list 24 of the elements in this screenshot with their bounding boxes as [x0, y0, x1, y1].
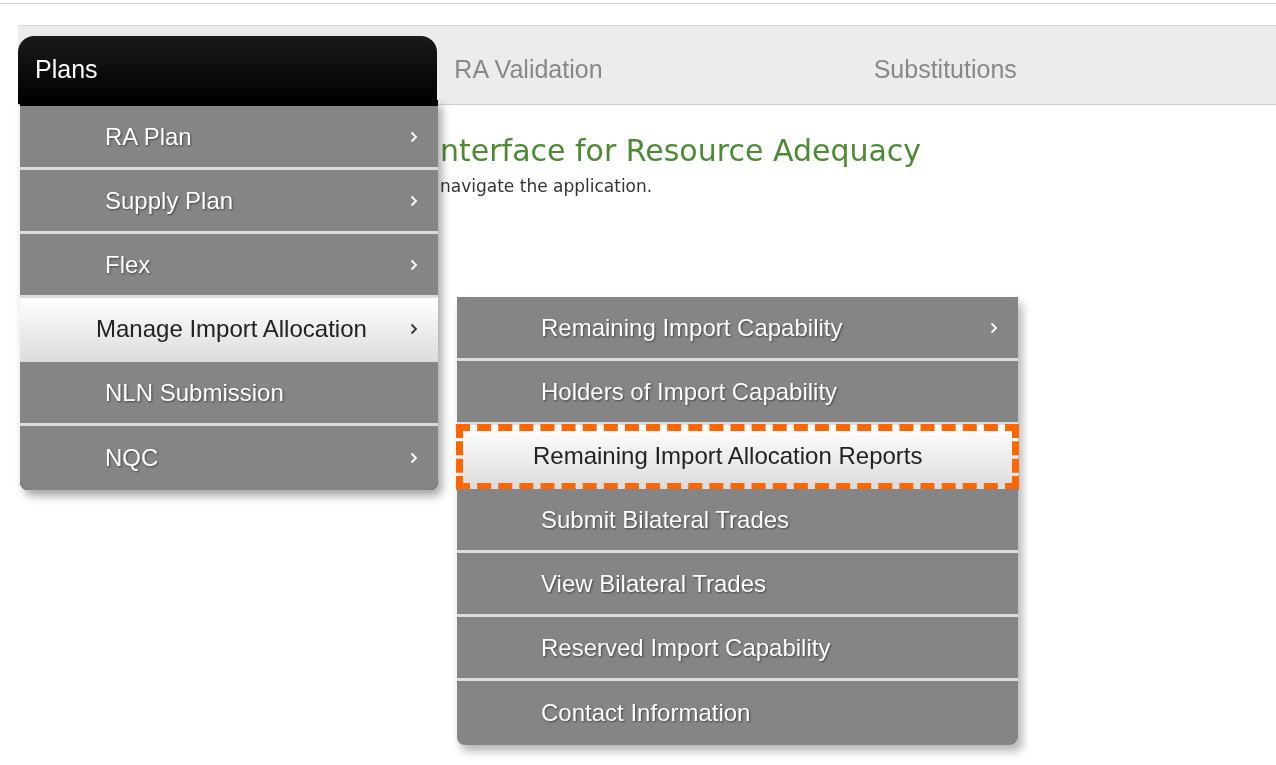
- chevron-icon: [410, 322, 418, 335]
- nav-tab[interactable]: Plans: [18, 36, 438, 104]
- chevron-icon: [410, 194, 418, 207]
- nav-tab[interactable]: Substitutions: [856, 36, 1276, 104]
- chevron-icon: [410, 130, 418, 143]
- welcome-heading: nterface for Resource Adequacy: [440, 133, 923, 168]
- chevron-icon: [990, 321, 998, 334]
- chevron-icon: [410, 258, 418, 271]
- menu-item[interactable]: Submit Bilateral Trades: [457, 489, 1018, 553]
- menu-item[interactable]: Remaining Import Capability: [457, 297, 1018, 361]
- menu-item[interactable]: Remaining Import Allocation Reports: [457, 425, 1018, 489]
- nav-tab[interactable]: RA Validation: [437, 36, 857, 104]
- menu-item[interactable]: Holders of Import Capability: [457, 361, 1018, 425]
- menu-item[interactable]: NQC: [20, 426, 438, 490]
- menu-item[interactable]: Supply Plan: [20, 170, 438, 234]
- menu-item[interactable]: View Bilateral Trades: [457, 553, 1018, 617]
- menu-item[interactable]: NLN Submission: [20, 362, 438, 426]
- welcome-text: navigate the application.: [440, 176, 654, 196]
- chevron-icon: [410, 452, 418, 464]
- menu-item[interactable]: RA Plan: [20, 106, 438, 170]
- menu-item[interactable]: Contact Information: [457, 681, 1018, 745]
- menu-item[interactable]: Flex: [20, 234, 438, 298]
- menu-item[interactable]: Reserved Import Capability: [457, 617, 1018, 681]
- menu-item[interactable]: Manage Import Allocation: [20, 298, 438, 362]
